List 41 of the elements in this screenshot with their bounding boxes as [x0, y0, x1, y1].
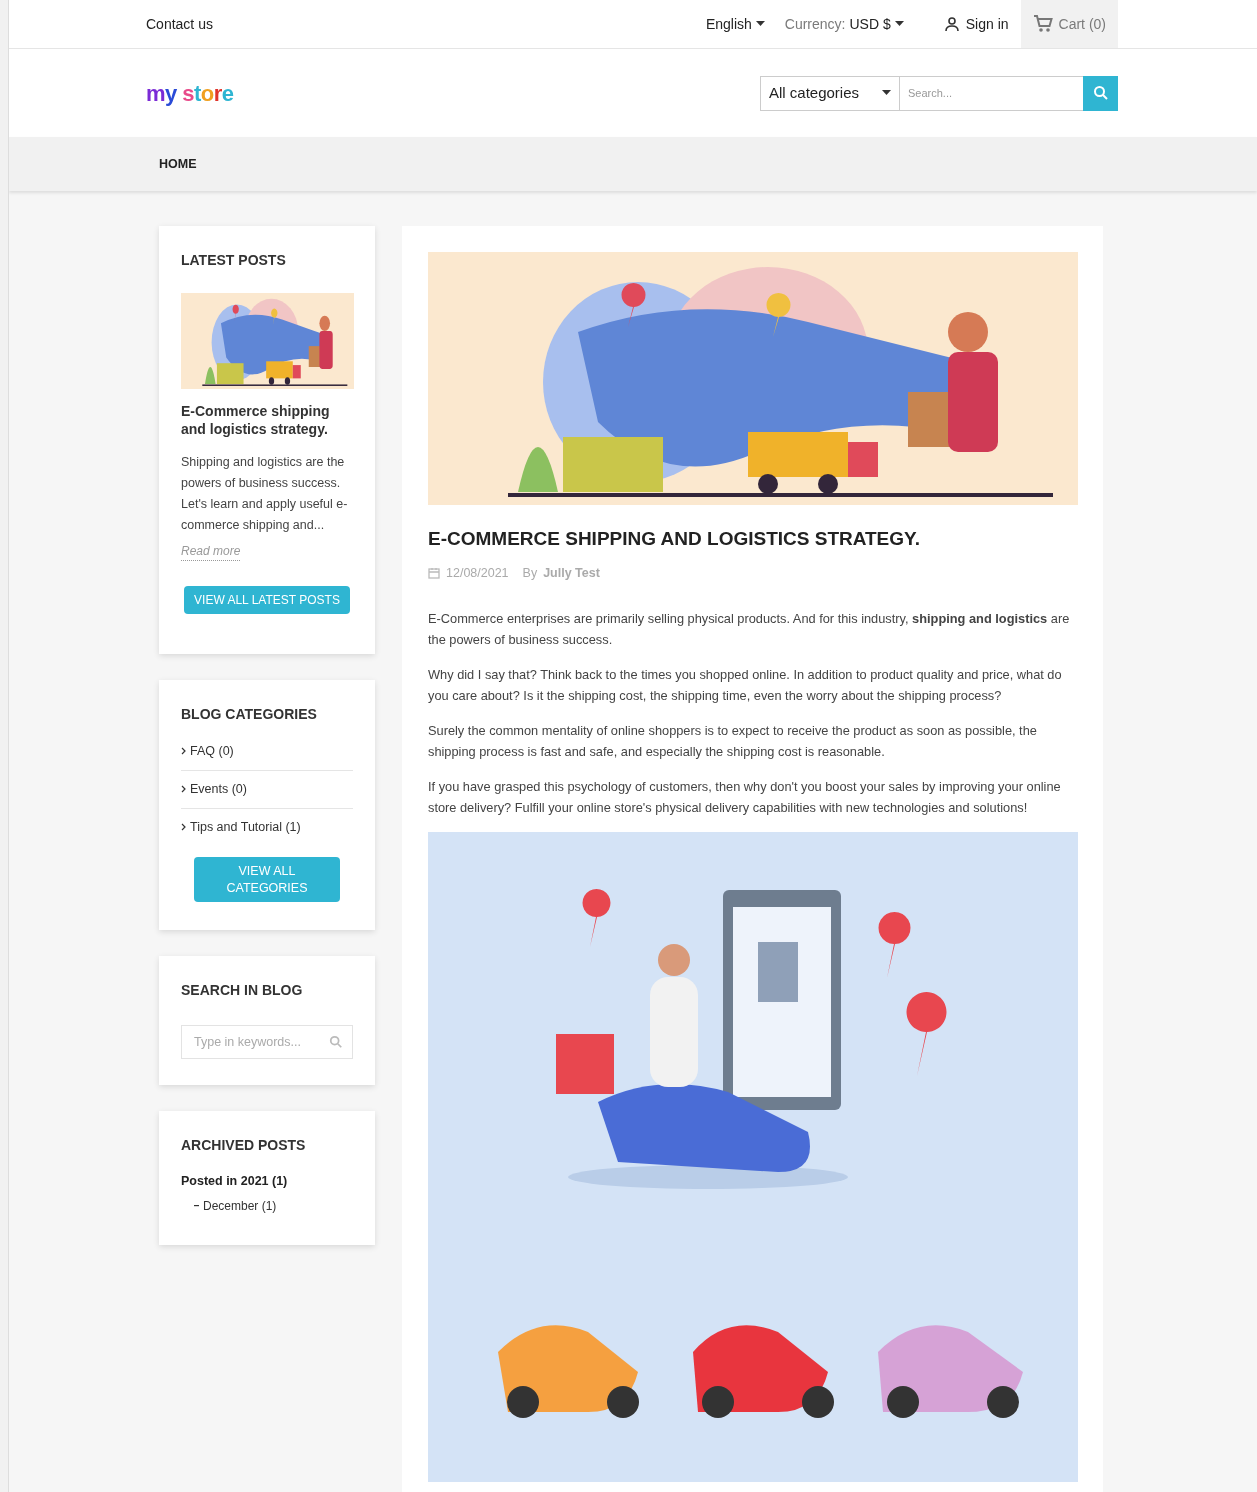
article-title: E-COMMERCE SHIPPING AND LOGISTICS STRATEGY. — [428, 527, 921, 551]
breadcrumb-link[interactable]: HOME — [159, 154, 197, 174]
dash-icon — [194, 1205, 199, 1207]
card-heading: LATEST POSTS — [181, 251, 287, 270]
article-paragraph: If you have grasped this psychology of customers, then why don't you boost your sales by improving your online store delivery? Fulfill your online store's physical delivery capabilities with new technologies and solutions! — [428, 778, 1062, 818]
contact-link[interactable]: Contact us — [146, 13, 213, 35]
caret-icon — [894, 21, 904, 27]
by-label: By — [522, 564, 538, 582]
card-heading: ARCHIVED POSTS — [181, 1136, 307, 1156]
sign-in-link[interactable]: Sign in — [943, 13, 1009, 35]
store-logo[interactable]: my store — [146, 76, 234, 110]
calendar-icon — [428, 566, 440, 579]
currency-dropdown[interactable]: Currency: USD $ — [784, 13, 904, 35]
post-title-link[interactable]: E-Commerce shipping and logistics strategy. — [181, 402, 353, 438]
article-paragraph: Why did I say that? Think back to the times you shopped online. In addition to product quality and price, what do you care about? Is it the shipping cost, the shipping time, even the worry about the shipping process? — [428, 666, 1063, 706]
post-date: 12/08/2021 — [446, 564, 509, 582]
language-dropdown[interactable]: English — [705, 13, 765, 35]
cart-icon — [1032, 15, 1053, 33]
caret-icon — [755, 21, 765, 27]
post-excerpt: Shipping and logistics are the powers of business success. Let's learn and apply useful e-commerce shipping and... — [181, 454, 349, 534]
card-heading: SEARCH IN BLOG — [181, 981, 304, 1001]
category-link[interactable]: Tips and Tutorial (1) — [181, 808, 353, 846]
category-link[interactable]: FAQ (0) — [181, 733, 353, 771]
chevron-icon — [181, 822, 186, 831]
search-field[interactable]: Search... — [900, 75, 1083, 111]
cart-link[interactable]: Cart (0) — [1020, 0, 1118, 48]
article-paragraph: E-Commerce enterprises are primarily selling physical products. And for this industry, shipping and logistics are the powers of business success. — [428, 610, 1071, 650]
search-icon — [1092, 85, 1109, 101]
chevron-icon — [181, 785, 186, 794]
chevron-icon — [181, 747, 186, 756]
keyword-search-field[interactable]: Type in keywords... — [181, 1025, 353, 1060]
category-link[interactable]: Events (0) — [181, 770, 353, 809]
archive-year-link[interactable]: Posted in 2021 (1) — [181, 1172, 353, 1191]
caret-icon — [882, 90, 891, 96]
search-button[interactable] — [1083, 75, 1118, 111]
card-heading: BLOG CATEGORIES — [181, 705, 318, 724]
archive-month-link[interactable]: December (1) — [203, 1197, 277, 1215]
search-icon — [329, 1035, 343, 1050]
user-icon — [943, 16, 960, 32]
category-select[interactable]: All categories — [760, 75, 900, 111]
article-paragraph: Surely the common mentality of online shoppers is to expect to receive the product as soon as possible, the shipping process is fast and safe, and especially the shipping cost is reasonable. — [428, 722, 1038, 762]
